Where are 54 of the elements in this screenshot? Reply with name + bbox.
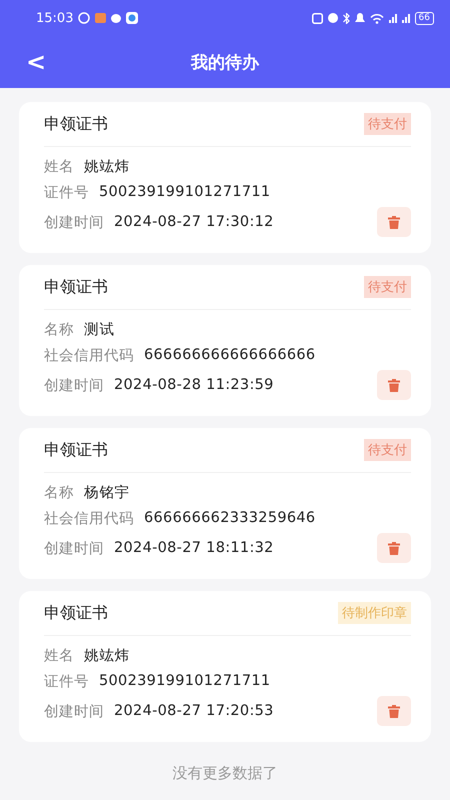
status-tag: 待支付: [364, 439, 411, 461]
no-more-data-text: 没有更多数据了: [172, 763, 278, 783]
field-label: 社会信用代码: [44, 346, 134, 364]
card-title: 申领证书: [44, 114, 108, 134]
delete-button[interactable]: [377, 370, 411, 400]
status-time: 15:03: [36, 10, 74, 26]
task-card[interactable]: 申领证书 待支付 名称 杨铭宇 社会信用代码 666666662333259646 创建时间 2024-08-27 18:11:32: [19, 428, 431, 579]
delete-button[interactable]: [377, 533, 411, 563]
field-value: 姚竑炜: [84, 158, 130, 176]
status-tag: 待支付: [364, 276, 411, 298]
bell-icon: [354, 13, 365, 23]
field-value: 测试: [84, 320, 115, 338]
field-value: 500239199101271711: [99, 673, 270, 689]
field-value: 杨铭宇: [84, 484, 130, 502]
battery-level: 66: [414, 12, 434, 24]
back-button[interactable]: <: [22, 48, 50, 76]
field-value: 666666666666666666: [144, 347, 316, 363]
status-tag: 待制作印章: [338, 602, 411, 624]
field-label: 证件号: [44, 672, 89, 690]
delete-button[interactable]: [377, 207, 411, 237]
field-label: 创建时间: [44, 214, 104, 232]
field-value: 2024-08-27 18:11:32: [114, 540, 274, 556]
task-card[interactable]: 申领证书 待制作印章 姓名 姚竑炜 证件号 500239199101271711 创建时间 2024-08-27 17:20:53: [19, 591, 431, 742]
bluetooth-icon: [342, 12, 350, 24]
task-card[interactable]: 申领证书 待支付 名称 测试 社会信用代码 666666666666666666 创建时间 2024-08-28 11:23:59: [19, 265, 431, 416]
trash-icon: [388, 542, 400, 554]
field-label: 创建时间: [44, 702, 104, 720]
field-value: 2024-08-27 17:30:12: [114, 214, 274, 230]
field-label: 创建时间: [44, 376, 104, 394]
task-card[interactable]: 申领证书 待支付 姓名 姚竑炜 证件号 500239199101271711 创建时间 2024-08-27 17:30:12: [19, 102, 431, 253]
field-label: 名称: [44, 320, 74, 338]
field-label: 社会信用代码: [44, 510, 134, 528]
signal-icon: [402, 14, 410, 22]
status-tag: 待支付: [364, 113, 411, 135]
card-title: 申领证书: [44, 440, 108, 460]
card-title: 申领证书: [44, 602, 108, 624]
trash-icon: [388, 216, 400, 228]
page-title: 我的待办: [191, 52, 259, 74]
wifi-icon: [370, 12, 384, 24]
card-title: 申领证书: [44, 276, 108, 298]
field-value: 2024-08-28 11:23:59: [114, 377, 274, 393]
field-label: 姓名: [44, 158, 74, 176]
field-value: 666666662333259646: [144, 510, 316, 526]
field-value: 2024-08-27 17:20:53: [114, 703, 274, 719]
field-label: 创建时间: [44, 540, 104, 558]
field-label: 名称: [44, 484, 74, 502]
field-value: 500239199101271711: [99, 184, 270, 200]
trash-icon: [388, 704, 400, 718]
signal-icon: [388, 14, 397, 22]
delete-button[interactable]: [377, 696, 411, 726]
field-label: 证件号: [44, 184, 89, 202]
field-value: 姚竑炜: [84, 646, 130, 664]
trash-icon: [388, 378, 400, 392]
field-label: 姓名: [44, 646, 74, 664]
